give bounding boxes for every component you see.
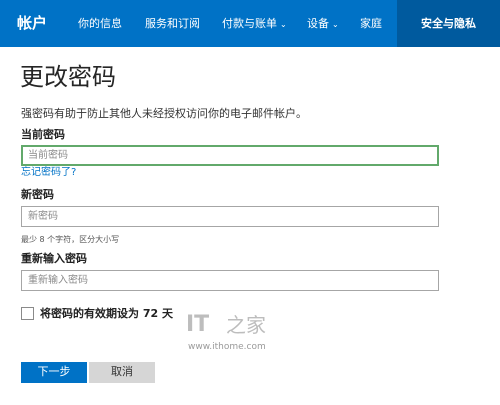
expiry-checkbox[interactable]	[21, 307, 34, 320]
top-nav-bar: 帐户 你的信息 服务和订阅 付款与账单 ⌄ 设备 ⌄ 家庭 安全与隐私	[0, 0, 500, 47]
current-password-label: 当前密码	[21, 128, 65, 141]
nav-item-payment-billing[interactable]: 付款与账单 ⌄	[222, 0, 287, 47]
forgot-password-link[interactable]: 忘记密码了?	[21, 166, 76, 179]
password-hint: 最少 8 个字符，区分大小写	[21, 235, 120, 244]
nav-item-devices[interactable]: 设备 ⌄	[307, 0, 339, 47]
current-password-input[interactable]	[21, 145, 439, 166]
expiry-checkbox-label: 将密码的有效期设为 72 天	[40, 307, 173, 320]
watermark-url: www.ithome.com	[188, 342, 266, 352]
nav-item-security-privacy[interactable]: 安全与隐私	[397, 0, 500, 47]
nav-item-label: 服务和订阅	[145, 17, 200, 30]
new-password-input[interactable]	[21, 206, 439, 227]
watermark-logo-text: IT	[186, 312, 210, 337]
nav-item-label: 安全与隐私	[421, 17, 476, 30]
nav-item-label: 付款与账单	[222, 17, 277, 30]
chevron-down-icon: ⌄	[332, 20, 339, 29]
nav-item-label: 设备	[307, 17, 329, 30]
nav-item-label: 家庭	[360, 17, 382, 30]
new-password-label: 新密码	[21, 188, 54, 201]
confirm-password-label: 重新输入密码	[21, 252, 87, 265]
ithome-watermark: IT 之家 www.ithome.com	[186, 312, 270, 356]
cancel-button[interactable]: 取消	[89, 362, 155, 383]
nav-item-services[interactable]: 服务和订阅	[145, 0, 200, 47]
nav-item-your-info[interactable]: 你的信息	[78, 0, 122, 47]
nav-item-family[interactable]: 家庭	[360, 0, 382, 47]
page-description: 强密码有助于防止其他人未经授权访问你的电子邮件帐户。	[21, 107, 307, 120]
account-brand[interactable]: 帐户	[17, 13, 47, 33]
watermark-logo-glyph: 之家	[226, 313, 266, 337]
nav-item-label: 你的信息	[78, 17, 122, 30]
next-button[interactable]: 下一步	[21, 362, 87, 383]
page-title: 更改密码	[20, 63, 116, 91]
confirm-password-input[interactable]	[21, 270, 439, 291]
chevron-down-icon: ⌄	[280, 20, 287, 29]
